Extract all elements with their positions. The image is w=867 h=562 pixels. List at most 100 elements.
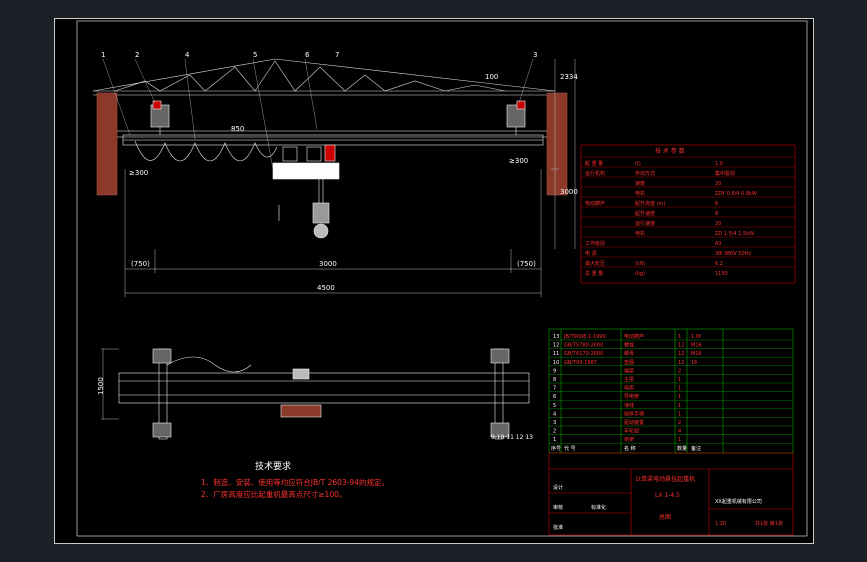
right-wall — [546, 92, 568, 196]
bom-cell: GB/T93-1987 — [564, 360, 597, 366]
params-cell: 电动葫芦 — [585, 200, 605, 207]
bom-cell: 9 — [553, 368, 556, 374]
bom-cell: M16 — [691, 351, 702, 357]
bom-header-cell: 名 称 — [624, 445, 636, 452]
cad-drawing: (750) 3000 (750) 4500 ≥300 ≥300 1500 100… — [76, 20, 808, 537]
params-row: 最大轮压 (kN) 6.2 — [585, 260, 723, 267]
bom-cell: 12 — [553, 343, 559, 349]
approve-label: 批准 — [553, 524, 563, 531]
params-cell: 最大轮压 — [585, 260, 605, 267]
drawing-code: LX 1-4.5 — [655, 492, 680, 499]
params-cell: 电机 — [635, 230, 645, 237]
electric-hoist — [272, 144, 340, 239]
scale: 1:20 — [715, 521, 726, 527]
bom-cell: 11 — [553, 351, 559, 357]
params-table: 技 术 参 数 起 重 量 (t) 1.0 运行机构 传动方式 集中驱动速度 20 电机 ZDY… — [581, 147, 795, 277]
bom-row: 8 主梁 1 — [553, 376, 681, 383]
params-cell: 运行机构 — [585, 170, 605, 177]
params-cell: 速度 — [635, 180, 645, 187]
check-label: 审核 — [553, 504, 563, 511]
dim-span-total: 4500 — [317, 284, 335, 292]
bom-row: 9 端梁 2 — [553, 367, 681, 374]
params-cell: 电机 — [635, 190, 645, 197]
params-cell: 20 — [715, 221, 721, 227]
design-label: 设计 — [553, 484, 563, 491]
bom-cell: 1 — [678, 386, 681, 392]
bom-header-cell: 代 号 — [564, 445, 576, 452]
params-cell: (kN) — [635, 261, 646, 267]
end-carriage-right — [506, 100, 526, 135]
bom-row: 12 GB/T5780-2000 螺栓 12 M16 — [553, 342, 702, 349]
params-cell: 起升高度 (m) — [635, 200, 665, 207]
title-block: 1t单梁电动悬挂起重机 LX 1-4.5 总图 XX起重机械有限公司 1:20 … — [553, 475, 783, 531]
bom-cell: 操纵手柄 — [624, 410, 644, 417]
params-row: 总 重 量 (kg) 1150 — [585, 270, 728, 277]
bom-cell: GB/T6170-2000 — [564, 351, 603, 357]
dim-left-clear: (750) — [131, 260, 150, 268]
params-cell: 3Φ 380V 50Hz — [715, 251, 751, 257]
bom-cell: 13 — [553, 334, 559, 340]
bom-cell: 5 — [553, 403, 556, 409]
drawing-name: 1t单梁电动悬挂起重机 — [635, 475, 695, 483]
sheet-count: 共1张 第1张 — [755, 520, 783, 527]
params-cell: ZDY 0.8/4 0.8kW — [715, 191, 757, 197]
bom-cell: 1 — [678, 403, 681, 409]
params-cell: 20 — [715, 181, 721, 187]
params-row: 起 重 量 (t) 1.0 — [585, 160, 723, 167]
params-row: 电 源 3Φ 380V 50Hz — [585, 250, 751, 257]
params-cell: ZD 1.5/4 1.5kW — [715, 231, 754, 237]
bom-cell: 6 — [553, 394, 556, 400]
params-row: 电机 ZDY 0.8/4 0.8kW — [635, 190, 757, 197]
balloon-6: 6 — [305, 51, 310, 59]
bom-row: 2 车轮组 4 — [553, 428, 681, 435]
bom-row: 3 驱动装置 2 — [553, 419, 681, 426]
balloon-4: 4 — [185, 51, 190, 59]
bom-cell: 滑线 — [624, 402, 634, 409]
bom-header-cell: 序号 — [551, 445, 561, 452]
bom-row: 7 电缆 1 — [553, 385, 681, 392]
bom-row: 4 操纵手柄 1 — [553, 410, 681, 417]
bom-cell: 电缆 — [624, 385, 634, 392]
bom-cell: 1 — [678, 334, 681, 340]
params-cell: 6 — [715, 201, 718, 207]
dim-right-clear: (750) — [517, 260, 536, 268]
tech-title: 技术要求 — [255, 460, 291, 472]
bom-cell: GB/T5780-2000 — [564, 343, 603, 349]
bom-cell: 16 — [691, 360, 697, 366]
params-cell: 传动方式 — [635, 170, 655, 177]
params-cell: 6.2 — [715, 261, 723, 267]
params-cell: 工作级别 — [585, 240, 605, 247]
dim-span-mid: 3000 — [319, 260, 337, 268]
bom-row: 5 滑线 1 — [553, 402, 681, 409]
bom-header-cell: 数量 — [677, 445, 687, 452]
bom-cell: 1 — [553, 437, 556, 443]
bom-cell: M16 — [691, 343, 702, 349]
params-cell: (t) — [635, 161, 641, 167]
bom-cell: 8 — [553, 377, 556, 383]
params-row: 速度 20 — [635, 180, 721, 187]
dim-col-height: 3000 — [560, 188, 578, 196]
cable-festoon — [134, 140, 278, 162]
tech-line-2: 2、厂房高度应比起重机最高点尺寸≥100。 — [201, 489, 346, 499]
bom-cell: 导电架 — [624, 393, 639, 400]
bom-cell: 12 — [678, 360, 684, 366]
bom-cell: 4 — [553, 411, 556, 417]
bom-cell: 10 — [553, 360, 559, 366]
params-cell: A3 — [715, 241, 722, 247]
params-cell: 运行速度 — [635, 220, 655, 227]
bom-row: 1 桥架 1 — [553, 436, 681, 443]
params-row: 电机 ZD 1.5/4 1.5kW — [635, 230, 754, 237]
bom-cell: 12 — [678, 351, 684, 357]
section-marks: 9 10 11 12 13 — [491, 434, 533, 441]
bom-cell: 垫圈 — [624, 359, 634, 366]
bom-table: 13 JB/T9008.1-1999 电动葫芦 1 1.0t12 GB/T5780-200… — [549, 333, 793, 452]
bom-cell: JB/T9008.1-1999 — [563, 334, 606, 340]
params-row: 电动葫芦 起升高度 (m) 6 — [585, 200, 718, 207]
params-row: 运行机构 传动方式 集中驱动 — [585, 170, 735, 177]
tech-line-1: 1、制造、安装、使用等均应符合JB/T 2603-94的规定。 — [201, 477, 389, 487]
params-cell: 总 重 量 — [585, 270, 603, 277]
bom-cell: 螺母 — [624, 350, 634, 357]
balloon-1: 1 — [101, 51, 105, 59]
drawing-frame — [76, 20, 808, 537]
bom-cell: 1.0t — [691, 334, 701, 340]
